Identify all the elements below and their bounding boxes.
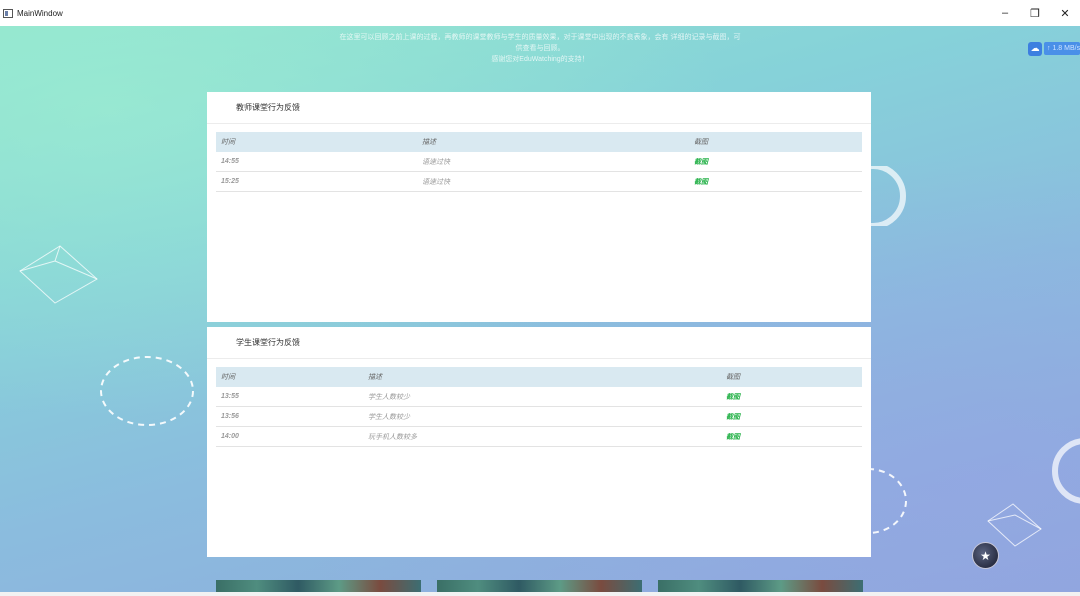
screenshot-link[interactable]: 截图 (726, 392, 862, 402)
row-time: 14:00 (221, 433, 239, 440)
column-header-description: 描述 (422, 138, 436, 146)
bottom-edge (0, 592, 1080, 596)
table-row[interactable]: 15:25 语速过快 截图 (216, 172, 862, 192)
student-feedback-table: 时间 描述 截图 13:55 学生人数较少 截图 13:56 学生人数较少 截图… (216, 367, 862, 447)
teacher-feedback-table: 时间 描述 截图 14:55 语速过快 截图 15:25 语速过快 截图 (216, 132, 862, 192)
screenshot-link[interactable]: 截图 (726, 412, 862, 422)
intro-line-3: 感谢您对EduWatching的支持！ (491, 56, 589, 63)
row-description: 学生人数较少 (368, 392, 410, 401)
column-header-description: 描述 (368, 373, 382, 381)
teacher-panel-title: 教师课堂行为反馈 (207, 92, 871, 124)
minimize-button[interactable]: – (990, 0, 1020, 26)
restore-button[interactable]: ❐ (1020, 0, 1050, 26)
row-description: 学生人数较少 (368, 412, 410, 421)
screenshot-thumbnail[interactable] (658, 580, 863, 592)
row-description: 语速过快 (422, 177, 450, 186)
student-table-header: 时间 描述 截图 (216, 367, 862, 387)
screenshot-link[interactable]: 截图 (726, 432, 862, 442)
app-window-icon (3, 8, 13, 18)
ring-far-right-decoration (1052, 438, 1080, 504)
network-speed-text: ↑ 1.8 MB/s (1044, 42, 1080, 55)
screenshot-thumbnail[interactable] (437, 580, 642, 592)
column-header-screenshot: 截图 (726, 373, 740, 381)
dashed-circle-left-decoration (100, 356, 194, 426)
row-time: 13:55 (221, 393, 239, 400)
close-button[interactable]: ✕ (1050, 0, 1080, 26)
ring-right-decoration (868, 166, 906, 226)
assistant-avatar-icon[interactable]: ★ (972, 542, 999, 569)
screenshot-link[interactable]: 截图 (694, 177, 862, 187)
table-row[interactable]: 13:55 学生人数较少 截图 (216, 387, 862, 407)
column-header-screenshot: 截图 (694, 138, 708, 146)
screenshot-link[interactable]: 截图 (694, 157, 862, 167)
cloud-icon: ☁ (1028, 41, 1042, 56)
cube-outline-right-decoration (987, 503, 1042, 547)
dashed-arc-right-decoration (868, 468, 907, 534)
cube-outline-left-decoration (19, 245, 98, 304)
window-controls: – ❐ ✕ (990, 0, 1080, 26)
row-time: 14:55 (221, 158, 239, 165)
title-bar: MainWindow – ❐ ✕ (0, 0, 1080, 26)
row-time: 15:25 (221, 178, 239, 185)
column-header-time: 时间 (221, 138, 235, 146)
table-row[interactable]: 13:56 学生人数较少 截图 (216, 407, 862, 427)
teacher-table-header: 时间 描述 截图 (216, 132, 862, 152)
intro-line-2: 供查看与回顾。 (515, 45, 565, 52)
table-row[interactable]: 14:00 玩手机人数较多 截图 (216, 427, 862, 447)
row-time: 13:56 (221, 413, 239, 420)
column-header-time: 时间 (221, 373, 235, 381)
row-description: 语速过快 (422, 157, 450, 166)
table-row[interactable]: 14:55 语速过快 截图 (216, 152, 862, 172)
network-speed-badge[interactable]: ☁ ↑ 1.8 MB/s (1028, 41, 1080, 56)
intro-description: 在这里可以回顾之前上课的过程，再教师的课堂教师与学生的质量效果，对于课堂中出现的… (320, 32, 760, 65)
window-title: MainWindow (17, 8, 63, 18)
student-panel-title: 学生课堂行为反馈 (207, 327, 871, 359)
teacher-feedback-panel: 教师课堂行为反馈 时间 描述 截图 14:55 语速过快 截图 15:25 语速… (207, 92, 871, 322)
intro-line-1: 在这里可以回顾之前上课的过程，再教师的课堂教师与学生的质量效果，对于课堂中出现的… (339, 34, 741, 41)
row-description: 玩手机人数较多 (368, 432, 417, 441)
student-feedback-panel: 学生课堂行为反馈 时间 描述 截图 13:55 学生人数较少 截图 13:56 … (207, 327, 871, 557)
main-content-area: 在这里可以回顾之前上课的过程，再教师的课堂教师与学生的质量效果，对于课堂中出现的… (0, 26, 1080, 592)
screenshot-thumbnail[interactable] (216, 580, 421, 592)
